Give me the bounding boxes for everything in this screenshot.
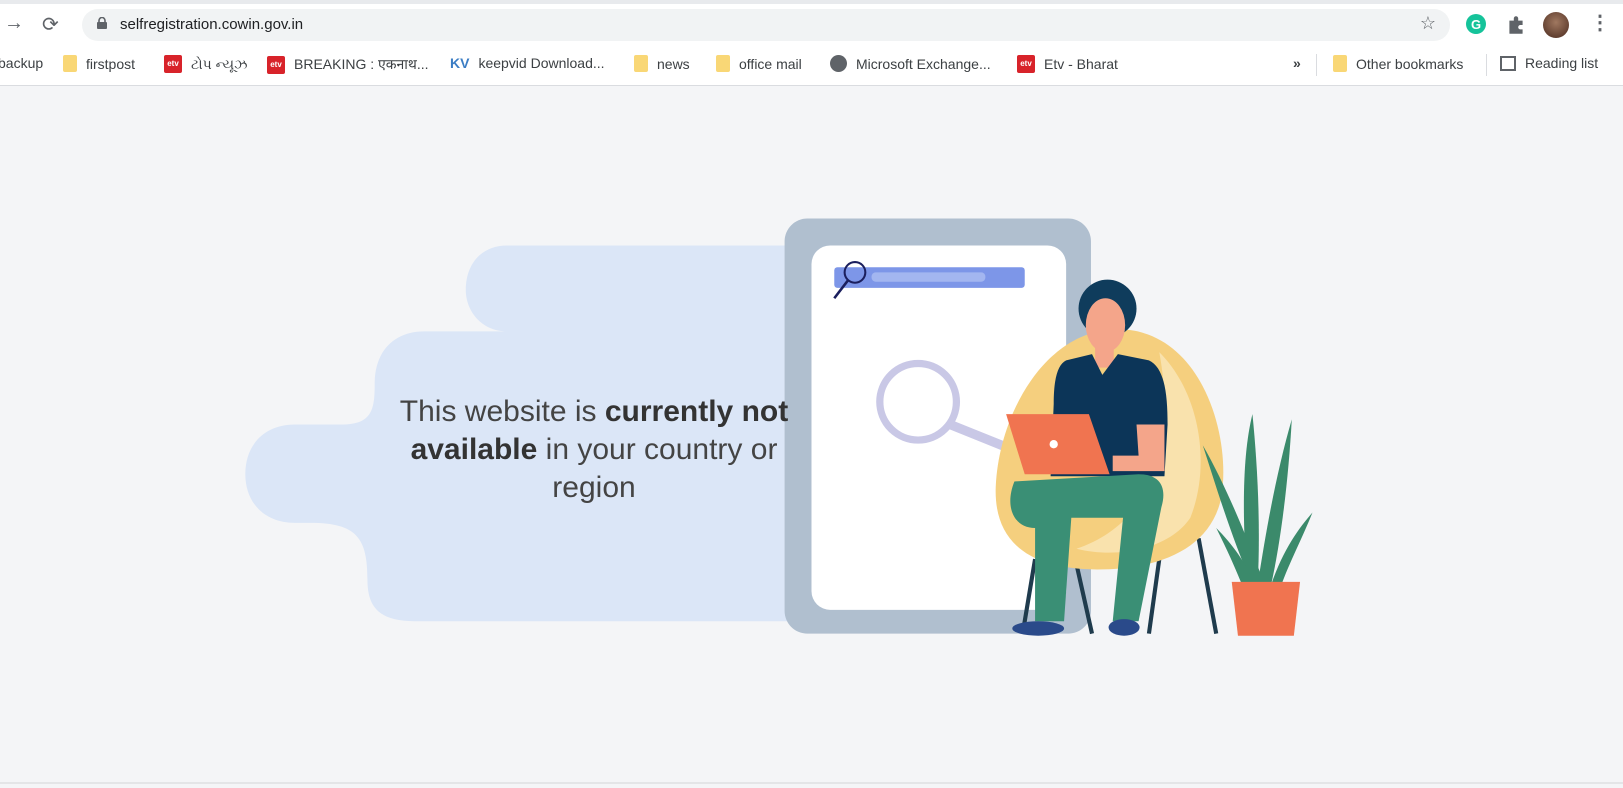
- kv-icon: KV: [450, 55, 470, 71]
- folder-icon: [1333, 55, 1347, 72]
- bookmark-label: keepvid Download...: [478, 55, 605, 71]
- browser-toolbar: → ⟳ selfregistration.cowin.gov.in ☆ G ⋮: [0, 0, 1623, 44]
- bookmark-office-mail[interactable]: office mail: [716, 55, 802, 72]
- reading-list[interactable]: Reading list: [1500, 55, 1598, 71]
- etv-icon: etv: [267, 55, 285, 74]
- unavailable-illustration: [245, 218, 1313, 636]
- address-bar[interactable]: selfregistration.cowin.gov.in ☆: [82, 9, 1450, 41]
- large-magnifier-icon: [876, 359, 1022, 457]
- bookmark-label: Microsoft Exchange...: [856, 55, 991, 72]
- bookmark-microsoft-exchange[interactable]: Microsoft Exchange...: [830, 55, 991, 72]
- small-magnifier-icon: [833, 260, 867, 300]
- unavailable-message: This website is currently not available …: [394, 393, 794, 507]
- phone-screen: [811, 245, 1067, 610]
- bookmark-label: firstpost: [86, 55, 136, 72]
- bookmark-top-news[interactable]: etv ટોપ ન્યૂઝ: [164, 55, 247, 73]
- bookmark-label: Other bookmarks: [1356, 55, 1464, 72]
- reading-list-icon: [1500, 55, 1516, 71]
- bookmarks-bar: backup firstpost etv ટોપ ન્યૂઝ etv BREAKIN…: [0, 44, 1623, 86]
- bookmark-firstpost[interactable]: firstpost: [63, 55, 135, 72]
- bookmark-label: office mail: [739, 55, 802, 72]
- plant-pot: [1231, 581, 1301, 636]
- etv-icon: etv: [164, 55, 182, 73]
- divider: [0, 782, 1623, 784]
- bookmark-keepvid[interactable]: KV keepvid Download...: [450, 55, 605, 71]
- bookmark-label: ટોપ ન્યૂઝ: [191, 55, 248, 72]
- globe-icon: [830, 55, 847, 72]
- person: [1006, 279, 1168, 636]
- bookmark-backup[interactable]: backup: [0, 55, 43, 71]
- chair-highlight: [1076, 352, 1201, 553]
- etv-icon: etv: [1017, 55, 1035, 73]
- avatar[interactable]: [1543, 12, 1569, 38]
- bookmark-label: BREAKING : एकनाथ...: [294, 56, 429, 72]
- bookmark-breaking[interactable]: etv BREAKING : एकनाथ...: [267, 55, 429, 74]
- folder-icon: [634, 55, 648, 72]
- divider: [1316, 54, 1317, 76]
- message-text: This website is: [399, 395, 605, 428]
- bookmark-etv-bharat[interactable]: etv Etv - Bharat: [1017, 55, 1118, 73]
- grammarly-icon[interactable]: G: [1466, 14, 1486, 34]
- bookmark-label: news: [657, 55, 690, 72]
- chair-legs: [1020, 538, 1219, 635]
- back-button[interactable]: →: [4, 12, 24, 35]
- folder-icon: [63, 55, 77, 72]
- bookmarks-overflow-button[interactable]: »: [1293, 55, 1301, 71]
- bookmark-news[interactable]: news: [634, 55, 690, 72]
- url-text: selfregistration.cowin.gov.in: [120, 16, 304, 33]
- kebab-menu-icon[interactable]: ⋮: [1590, 10, 1610, 35]
- message-text: in your country or region: [537, 433, 778, 504]
- reload-button[interactable]: ⟳: [42, 12, 59, 37]
- folder-icon: [716, 55, 730, 72]
- puzzle-icon[interactable]: [1505, 14, 1527, 36]
- search-bar-fill: [871, 272, 986, 282]
- divider: [1486, 54, 1487, 76]
- lock-icon: [97, 17, 107, 29]
- phone-frame: [784, 218, 1091, 634]
- laptop: [1006, 414, 1110, 475]
- bookmark-label: Etv - Bharat: [1044, 56, 1118, 72]
- plant: [1202, 414, 1313, 585]
- bookmark-label: backup: [0, 55, 44, 71]
- other-bookmarks[interactable]: Other bookmarks: [1333, 55, 1463, 72]
- star-icon[interactable]: ☆: [1420, 13, 1436, 34]
- search-bar: [834, 267, 1025, 288]
- bookmark-label: Reading list: [1525, 55, 1599, 71]
- chair: [995, 329, 1224, 570]
